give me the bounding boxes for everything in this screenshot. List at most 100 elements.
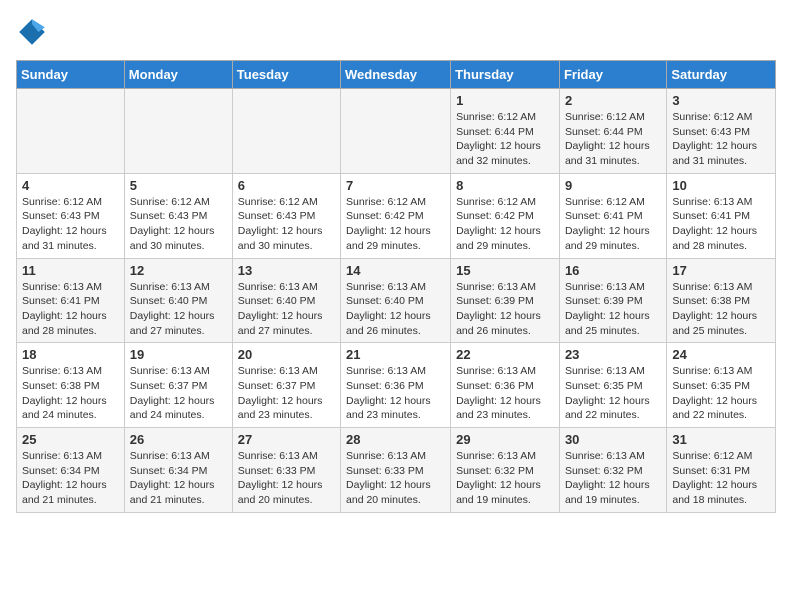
day-cell: 7 Sunrise: 6:12 AMSunset: 6:42 PMDaylight… — [341, 173, 451, 258]
day-number: 9 — [565, 178, 661, 193]
day-info: Sunrise: 6:13 AMSunset: 6:36 PMDaylight:… — [456, 364, 554, 423]
day-cell: 10 Sunrise: 6:13 AMSunset: 6:41 PMDayligh… — [667, 173, 776, 258]
day-number: 16 — [565, 263, 661, 278]
day-cell: 18 Sunrise: 6:13 AMSunset: 6:38 PMDayligh… — [17, 343, 125, 428]
day-cell: 8 Sunrise: 6:12 AMSunset: 6:42 PMDaylight… — [451, 173, 560, 258]
day-info: Sunrise: 6:13 AMSunset: 6:41 PMDaylight:… — [22, 280, 119, 339]
logo-icon — [16, 16, 48, 48]
day-number: 4 — [22, 178, 119, 193]
day-info: Sunrise: 6:12 AMSunset: 6:41 PMDaylight:… — [565, 195, 661, 254]
day-info: Sunrise: 6:13 AMSunset: 6:35 PMDaylight:… — [672, 364, 770, 423]
day-info: Sunrise: 6:12 AMSunset: 6:43 PMDaylight:… — [22, 195, 119, 254]
day-cell: 26Sunrise: 6:13 AMSunset: 6:34 PMDayligh… — [124, 428, 232, 513]
header-day-monday: Monday — [124, 61, 232, 89]
day-number: 3 — [672, 93, 770, 108]
week-row-5: 25 Sunrise: 6:13 AMSunset: 6:34 PMDayligh… — [17, 428, 776, 513]
header-day-friday: Friday — [559, 61, 666, 89]
day-cell: 20 Sunrise: 6:13 AMSunset: 6:37 PMDayligh… — [232, 343, 340, 428]
day-info: Sunrise: 6:13 AMSunset: 6:32 PMDaylight:… — [456, 449, 554, 508]
day-info: Sunrise: 6:13 AMSunset: 6:35 PMDaylight:… — [565, 364, 661, 423]
day-cell: 21 Sunrise: 6:13 AMSunset: 6:36 PMDayligh… — [341, 343, 451, 428]
calendar-header: SundayMondayTuesdayWednesdayThursdayFrid… — [17, 61, 776, 89]
day-info: Sunrise: 6:13 AMSunset: 6:39 PMDaylight:… — [456, 280, 554, 339]
header-day-sunday: Sunday — [17, 61, 125, 89]
day-info: Sunrise: 6:12 AMSunset: 6:43 PMDaylight:… — [130, 195, 227, 254]
day-cell: 23Sunrise: 6:13 AMSunset: 6:35 PMDayligh… — [559, 343, 666, 428]
day-info: Sunrise: 6:13 AMSunset: 6:34 PMDaylight:… — [130, 449, 227, 508]
day-number: 6 — [238, 178, 335, 193]
day-info: Sunrise: 6:13 AMSunset: 6:36 PMDaylight:… — [346, 364, 445, 423]
header-day-saturday: Saturday — [667, 61, 776, 89]
calendar-table: SundayMondayTuesdayWednesdayThursdayFrid… — [16, 60, 776, 513]
day-number: 22 — [456, 347, 554, 362]
calendar-body: 1Sunrise: 6:12 AMSunset: 6:44 PMDaylight… — [17, 89, 776, 513]
day-number: 25 — [22, 432, 119, 447]
day-info: Sunrise: 6:13 AMSunset: 6:40 PMDaylight:… — [238, 280, 335, 339]
day-number: 8 — [456, 178, 554, 193]
day-number: 2 — [565, 93, 661, 108]
day-cell — [341, 89, 451, 174]
day-number: 30 — [565, 432, 661, 447]
day-cell: 14 Sunrise: 6:13 AMSunset: 6:40 PMDayligh… — [341, 258, 451, 343]
day-info: Sunrise: 6:12 AMSunset: 6:43 PMDaylight:… — [672, 110, 770, 169]
day-info: Sunrise: 6:13 AMSunset: 6:34 PMDaylight:… — [22, 449, 119, 508]
page-header — [16, 16, 776, 48]
day-cell: 24 Sunrise: 6:13 AMSunset: 6:35 PMDayligh… — [667, 343, 776, 428]
logo — [16, 16, 52, 48]
day-info: Sunrise: 6:13 AMSunset: 6:40 PMDaylight:… — [346, 280, 445, 339]
day-number: 19 — [130, 347, 227, 362]
day-info: Sunrise: 6:13 AMSunset: 6:41 PMDaylight:… — [672, 195, 770, 254]
day-number: 20 — [238, 347, 335, 362]
header-day-wednesday: Wednesday — [341, 61, 451, 89]
day-info: Sunrise: 6:12 AMSunset: 6:31 PMDaylight:… — [672, 449, 770, 508]
day-cell — [232, 89, 340, 174]
day-number: 31 — [672, 432, 770, 447]
day-info: Sunrise: 6:13 AMSunset: 6:40 PMDaylight:… — [130, 280, 227, 339]
day-number: 28 — [346, 432, 445, 447]
day-cell: 3 Sunrise: 6:12 AMSunset: 6:43 PMDaylight… — [667, 89, 776, 174]
header-day-thursday: Thursday — [451, 61, 560, 89]
day-number: 21 — [346, 347, 445, 362]
day-cell: 25 Sunrise: 6:13 AMSunset: 6:34 PMDayligh… — [17, 428, 125, 513]
day-cell — [124, 89, 232, 174]
day-info: Sunrise: 6:13 AMSunset: 6:39 PMDaylight:… — [565, 280, 661, 339]
day-number: 13 — [238, 263, 335, 278]
day-cell: 16 Sunrise: 6:13 AMSunset: 6:39 PMDayligh… — [559, 258, 666, 343]
day-info: Sunrise: 6:13 AMSunset: 6:33 PMDaylight:… — [238, 449, 335, 508]
day-cell: 31 Sunrise: 6:12 AMSunset: 6:31 PMDayligh… — [667, 428, 776, 513]
day-cell: 1Sunrise: 6:12 AMSunset: 6:44 PMDaylight… — [451, 89, 560, 174]
day-number: 27 — [238, 432, 335, 447]
day-info: Sunrise: 6:13 AMSunset: 6:33 PMDaylight:… — [346, 449, 445, 508]
day-cell: 19Sunrise: 6:13 AMSunset: 6:37 PMDayligh… — [124, 343, 232, 428]
week-row-2: 4 Sunrise: 6:12 AMSunset: 6:43 PMDaylight… — [17, 173, 776, 258]
day-cell: 17 Sunrise: 6:13 AMSunset: 6:38 PMDayligh… — [667, 258, 776, 343]
day-cell: 4 Sunrise: 6:12 AMSunset: 6:43 PMDaylight… — [17, 173, 125, 258]
day-cell: 15Sunrise: 6:13 AMSunset: 6:39 PMDayligh… — [451, 258, 560, 343]
day-cell: 30Sunrise: 6:13 AMSunset: 6:32 PMDayligh… — [559, 428, 666, 513]
day-cell: 5 Sunrise: 6:12 AMSunset: 6:43 PMDaylight… — [124, 173, 232, 258]
day-number: 7 — [346, 178, 445, 193]
day-info: Sunrise: 6:12 AMSunset: 6:44 PMDaylight:… — [565, 110, 661, 169]
day-number: 18 — [22, 347, 119, 362]
day-info: Sunrise: 6:12 AMSunset: 6:44 PMDaylight:… — [456, 110, 554, 169]
day-cell: 22 Sunrise: 6:13 AMSunset: 6:36 PMDayligh… — [451, 343, 560, 428]
day-number: 17 — [672, 263, 770, 278]
day-cell: 28 Sunrise: 6:13 AMSunset: 6:33 PMDayligh… — [341, 428, 451, 513]
day-info: Sunrise: 6:13 AMSunset: 6:37 PMDaylight:… — [238, 364, 335, 423]
week-row-4: 18 Sunrise: 6:13 AMSunset: 6:38 PMDayligh… — [17, 343, 776, 428]
day-info: Sunrise: 6:13 AMSunset: 6:38 PMDaylight:… — [22, 364, 119, 423]
day-info: Sunrise: 6:12 AMSunset: 6:42 PMDaylight:… — [456, 195, 554, 254]
day-number: 5 — [130, 178, 227, 193]
day-info: Sunrise: 6:13 AMSunset: 6:38 PMDaylight:… — [672, 280, 770, 339]
day-info: Sunrise: 6:12 AMSunset: 6:42 PMDaylight:… — [346, 195, 445, 254]
day-number: 11 — [22, 263, 119, 278]
day-cell: 9 Sunrise: 6:12 AMSunset: 6:41 PMDaylight… — [559, 173, 666, 258]
day-number: 24 — [672, 347, 770, 362]
header-day-tuesday: Tuesday — [232, 61, 340, 89]
day-number: 14 — [346, 263, 445, 278]
day-number: 10 — [672, 178, 770, 193]
day-number: 29 — [456, 432, 554, 447]
day-cell: 29 Sunrise: 6:13 AMSunset: 6:32 PMDayligh… — [451, 428, 560, 513]
day-cell — [17, 89, 125, 174]
day-number: 12 — [130, 263, 227, 278]
